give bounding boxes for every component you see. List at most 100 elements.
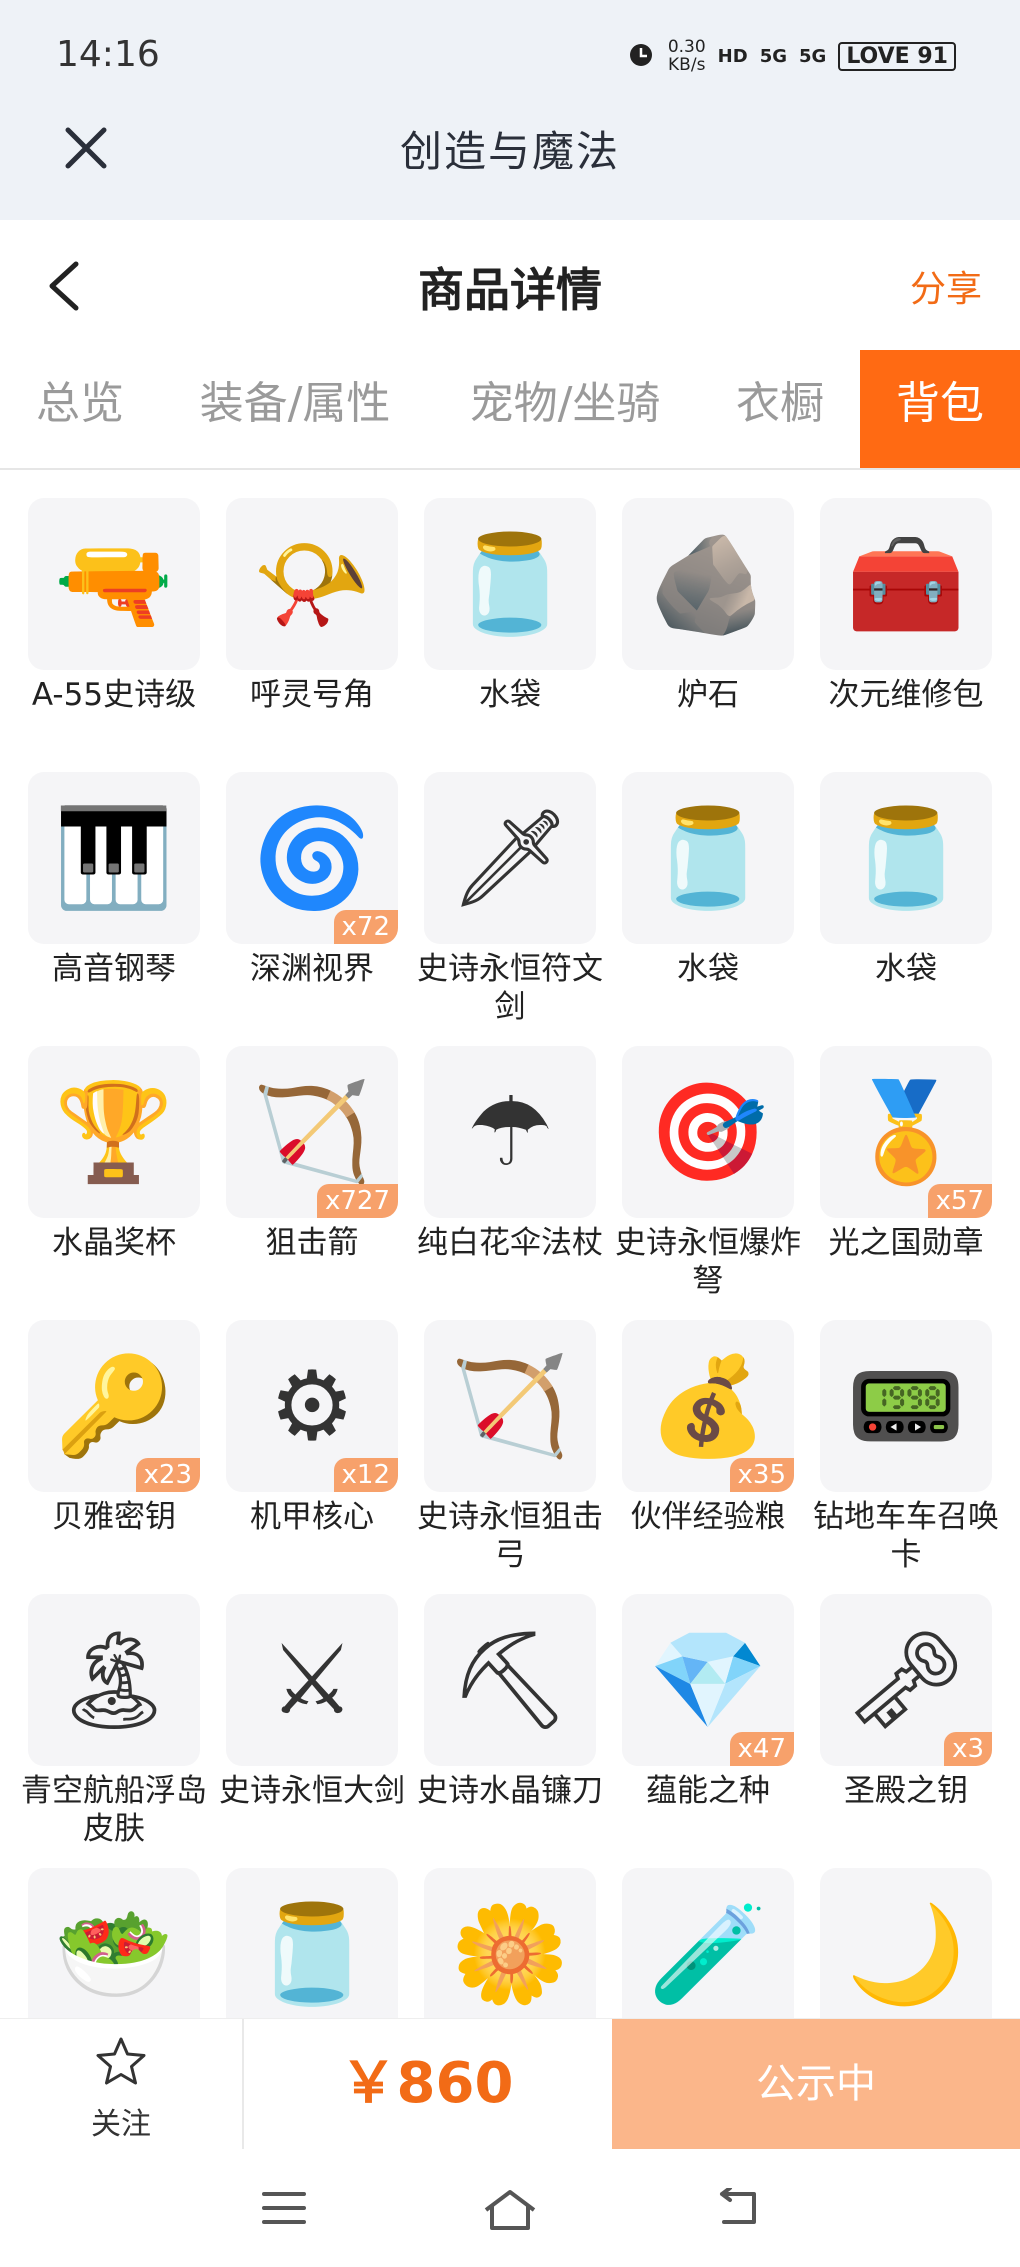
- signal-5g-1: 5G: [759, 45, 787, 67]
- hd-indicator: HD: [717, 45, 748, 67]
- grid-item[interactable]: 🥗: [28, 1868, 200, 2018]
- item-thumbnail: 🫙: [424, 498, 596, 670]
- item-thumbnail: 🫙: [226, 1868, 398, 2018]
- item-thumbnail: 🌼: [424, 1868, 596, 2018]
- public-notice-button[interactable]: 公示中: [612, 2019, 1020, 2149]
- menu-icon[interactable]: [260, 2188, 308, 2228]
- item-name: A-55史诗级: [31, 677, 197, 713]
- item-count-badge: x23: [135, 1458, 200, 1492]
- grid-item[interactable]: 🫙 水袋: [820, 772, 992, 1032]
- item-thumbnail: 🔑 x23: [28, 1320, 200, 1492]
- rifle-icon: 🔫: [54, 528, 174, 640]
- item-count-badge: x57: [927, 1184, 992, 1218]
- tab-backpack[interactable]: 背包: [860, 350, 1020, 468]
- grid-item[interactable]: 🎹 高音钢琴: [28, 772, 200, 1032]
- item-name: 呼灵号角: [250, 677, 374, 713]
- item-thumbnail: 🗝 x3: [820, 1594, 992, 1766]
- app-title: 创造与魔法: [399, 127, 620, 176]
- grid-item[interactable]: 🗡 史诗永恒符文剑: [417, 772, 603, 1032]
- item-name: 钻地车车召唤卡: [813, 1499, 999, 1573]
- item-name: 伙伴经验粮: [630, 1499, 786, 1535]
- grid-item[interactable]: 🫙 水袋: [622, 772, 794, 1032]
- item-count-badge: x35: [729, 1458, 794, 1492]
- bottom-bar: 关注 ￥860 公示中: [0, 2018, 1020, 2149]
- grid-item[interactable]: 🫙 水袋: [424, 498, 596, 758]
- item-name: 史诗永恒大剑: [219, 1773, 405, 1809]
- item-count-badge: x727: [316, 1184, 398, 1218]
- grid-item[interactable]: 🔫 A-55史诗级: [28, 498, 200, 758]
- item-count-badge: x47: [729, 1732, 794, 1766]
- return-icon[interactable]: [714, 2188, 762, 2228]
- grid-item[interactable]: 🌼: [424, 1868, 596, 2018]
- battery-indicator: LOVE 91: [838, 41, 956, 71]
- grid-item[interactable]: 🧰 次元维修包: [820, 498, 992, 758]
- grid-item[interactable]: 🏅 x57 光之国勋章: [820, 1046, 992, 1306]
- item-name: 圣殿之钥: [844, 1773, 968, 1809]
- bow-icon: 🏹: [450, 1350, 570, 1462]
- island-skin-icon: 🏝: [53, 1624, 175, 1736]
- tab-pets[interactable]: 宠物/坐骑: [440, 350, 690, 468]
- blue-jar-icon: 🫙: [252, 1898, 372, 2010]
- item-thumbnail: 🔫: [28, 498, 200, 670]
- grid-item[interactable]: 🔑 x23 贝雅密钥: [28, 1320, 200, 1580]
- tab-wardrobe[interactable]: 衣橱: [705, 350, 855, 468]
- item-thumbnail: 📟: [820, 1320, 992, 1492]
- item-name: 高音钢琴: [52, 951, 176, 987]
- keycard-icon: 🔑: [54, 1350, 174, 1462]
- grid-item[interactable]: 🎯 史诗永恒爆炸弩: [615, 1046, 801, 1306]
- item-name: 狙击箭: [265, 1225, 359, 1261]
- moon-icon: 🌙: [846, 1898, 966, 2010]
- grid-item[interactable]: 🏆 水晶奖杯: [28, 1046, 200, 1306]
- grid-item[interactable]: 🏝 青空航船浮岛皮肤: [21, 1594, 207, 1854]
- grid-item[interactable]: ⛏ 史诗水晶镰刀: [417, 1594, 603, 1854]
- grid-item[interactable]: 🏹 x727 狙击箭: [226, 1046, 398, 1306]
- grid-item[interactable]: ⚔ 史诗永恒大剑: [219, 1594, 405, 1854]
- item-thumbnail: 🎹: [28, 772, 200, 944]
- water-bag-icon: 🫙: [648, 802, 768, 914]
- item-thumbnail: 🌙: [820, 1868, 992, 2018]
- grid-item[interactable]: 🪨 炉石: [622, 498, 794, 758]
- item-thumbnail: 🏅 x57: [820, 1046, 992, 1218]
- item-thumbnail: 🥗: [28, 1868, 200, 2018]
- status-time: 14:16: [56, 34, 160, 75]
- tab-overview[interactable]: 总览: [0, 350, 160, 468]
- arrow-icon: 🏹: [252, 1076, 372, 1188]
- grid-item[interactable]: 🗝 x3 圣殿之钥: [820, 1594, 992, 1854]
- item-name: 水袋: [677, 951, 739, 987]
- item-thumbnail: 🏹: [424, 1320, 596, 1492]
- grid-item[interactable]: 📟 钻地车车召唤卡: [813, 1320, 999, 1580]
- crystal-trophy-icon: 🏆: [54, 1076, 174, 1188]
- grid-item[interactable]: 💰 x35 伙伴经验粮: [622, 1320, 794, 1580]
- item-name: 史诗永恒狙击弓: [417, 1499, 603, 1573]
- item-thumbnail: 🏹 x727: [226, 1046, 398, 1218]
- share-button[interactable]: 分享: [910, 260, 982, 312]
- item-thumbnail: ⚙ x12: [226, 1320, 398, 1492]
- home-icon[interactable]: [482, 2188, 538, 2232]
- grid-item[interactable]: 🌀 x72 深渊视界: [226, 772, 398, 1032]
- tab-equipment[interactable]: 装备/属性: [170, 350, 420, 468]
- item-count-badge: x72: [333, 910, 398, 944]
- grid-item[interactable]: 🏹 史诗永恒狙击弓: [417, 1320, 603, 1580]
- grid-item[interactable]: 📯 呼灵号角: [226, 498, 398, 758]
- item-thumbnail: ⚔: [226, 1594, 398, 1766]
- summon-card-icon: 📟: [846, 1350, 966, 1462]
- item-name: 深渊视界: [250, 951, 374, 987]
- item-name: 纯白花伞法杖: [417, 1225, 603, 1261]
- grid-item[interactable]: 🌙: [820, 1868, 992, 2018]
- umbrella-staff-icon: ☂: [466, 1076, 554, 1188]
- grid-item[interactable]: 💎 x47 蕴能之种: [622, 1594, 794, 1854]
- water-bag-icon: 🫙: [450, 528, 570, 640]
- grid-item[interactable]: 🫙: [226, 1868, 398, 2018]
- energy-seed-icon: 💎: [648, 1624, 768, 1736]
- app-header: 14:16 0.30 KB/s HD 5G 5G LOVE 91 创造与魔法: [0, 0, 1020, 220]
- food-plate-icon: 🥗: [54, 1898, 174, 2010]
- follow-button[interactable]: 关注: [0, 2019, 244, 2149]
- grid-item[interactable]: 🧪: [622, 1868, 794, 2018]
- item-name: 贝雅密钥: [52, 1499, 176, 1535]
- item-name: 史诗永恒爆炸弩: [615, 1225, 801, 1299]
- grid-item[interactable]: ⚙ x12 机甲核心: [226, 1320, 398, 1580]
- item-thumbnail: 🫙: [820, 772, 992, 944]
- item-thumbnail: 🎯: [622, 1046, 794, 1218]
- grid-item[interactable]: ☂ 纯白花伞法杖: [417, 1046, 603, 1306]
- medal-icon: 🏅: [846, 1076, 966, 1188]
